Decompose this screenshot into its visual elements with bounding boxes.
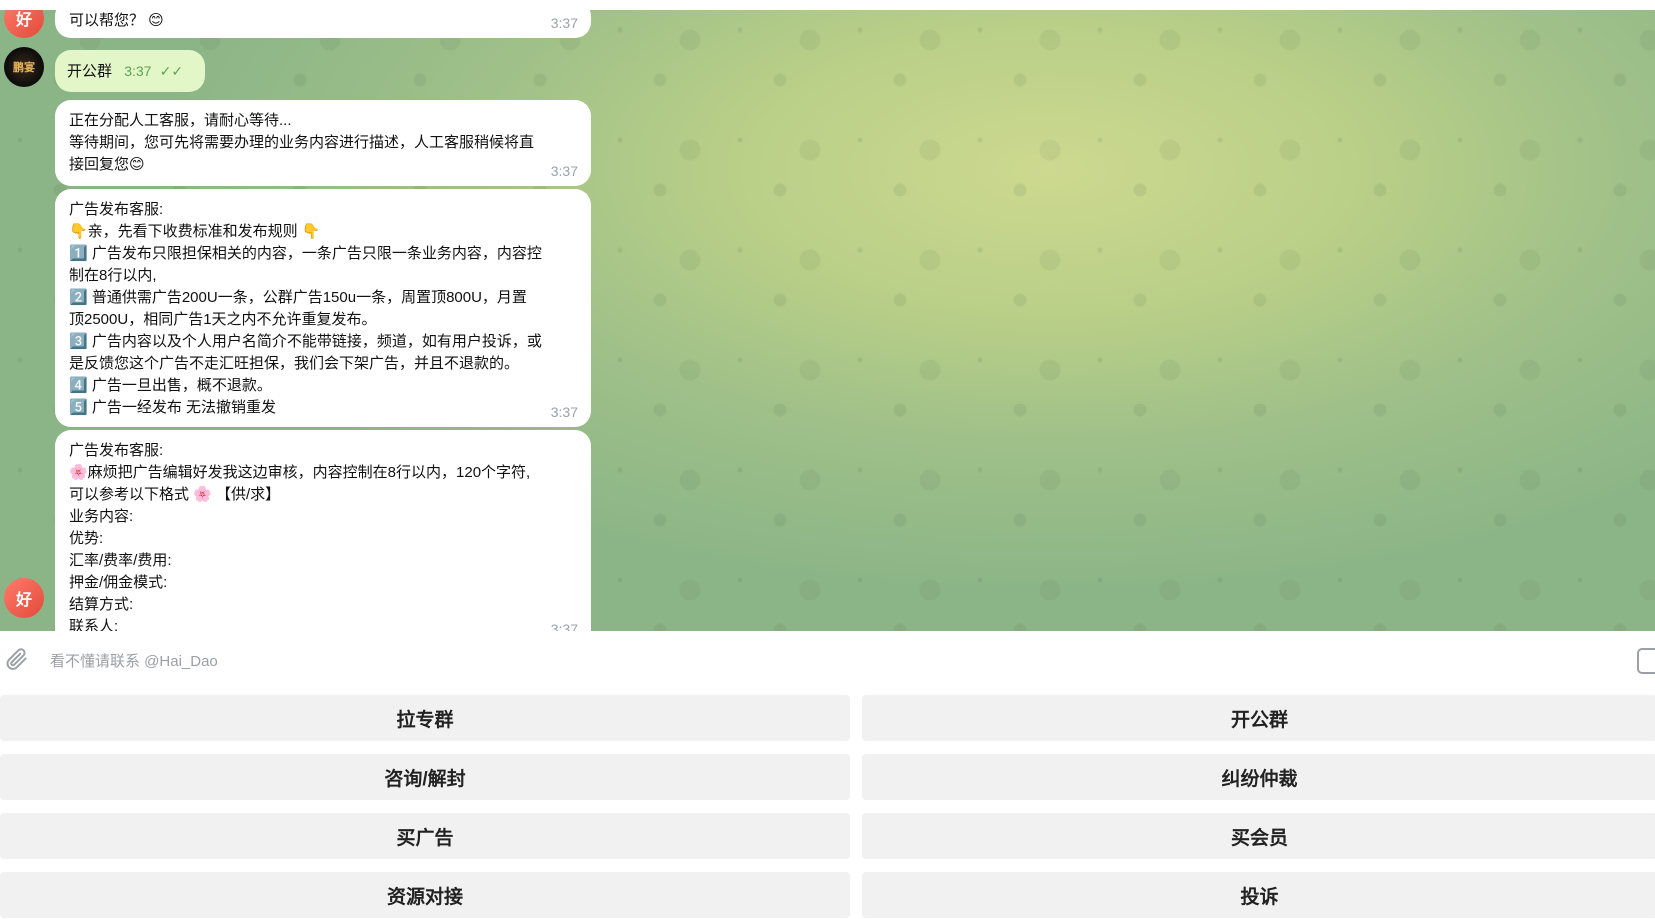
incoming-message[interactable]: 广告发布客服: 🌸麻烦把广告编辑好发我这边审核，内容控制在8行以内，120个字符… [55,430,591,631]
message-line: 顶2500U，相同广告1天之内不允许重复发布。 [69,311,377,328]
message-line: 等待期间，您可先将需要办理的业务内容进行描述，人工客服稍候将直 [69,134,535,151]
message-line: 👇亲，先看下收费标准和发布规则 👇 [69,223,321,240]
reply-keyboard: 拉专群 开公群 咨询/解封 纠纷仲裁 买广告 买会员 资源对接 投诉 [0,695,1655,919]
message-line: 2️⃣ 普通供需广告200U一条，公群广告150u一条，周置顶800U，月置 [69,289,527,306]
kb-button-resources[interactable]: 资源对接 [0,872,850,918]
message-line: 押金/佣金模式: [69,574,168,591]
message-line: 汇率/费率/费用: [69,552,172,569]
message-time: 3:37 [550,621,578,631]
message-line: 结算方式: [69,596,134,613]
kb-button-public-group[interactable]: 开公群 [862,695,1655,741]
message-line: 1️⃣ 广告发布只限担保相关的内容，一条广告只限一条业务内容，内容控 [69,245,542,262]
kb-button-dispute[interactable]: 纠纷仲裁 [862,754,1655,800]
message-line: 🌸麻烦把广告编辑好发我这边审核，内容控制在8行以内，120个字符, [69,464,531,481]
bot-avatar[interactable]: 好 [4,578,44,618]
message-line: 制在8行以内, [69,267,157,284]
read-check-icon: ✓✓ [159,63,184,79]
kb-button-complaint[interactable]: 投诉 [862,872,1655,918]
message-input-bar [0,631,1655,689]
incoming-message[interactable]: 可以帮您？ 😊 3:37 [55,10,591,38]
message-line: 是反馈您这个广告不走汇旺担保，我们会下架广告，并且不退款的。 [69,355,520,372]
message-line: 可以参考以下格式 🌸 【供/求】 [69,486,281,503]
user-avatar[interactable]: 鹏宴 [4,47,44,87]
message-line: 广告发布客服: [69,201,164,218]
message-line: 正在分配人工客服，请耐心等待... [69,112,292,129]
bot-keyboard-icon[interactable] [1637,648,1655,674]
message-line: 5️⃣ 广告一经发布 无法撤销重发 [69,399,277,416]
kb-button-private-group[interactable]: 拉专群 [0,695,850,741]
message-time: 3:37 [550,15,578,31]
message-time: 3:37 [124,63,152,79]
kb-button-consult-unblock[interactable]: 咨询/解封 [0,754,850,800]
message-line: 接回复您😊 [69,156,145,173]
message-input[interactable] [48,645,1612,677]
message-line: 优势: [69,530,104,547]
message-line: 3️⃣ 广告内容以及个人用户名简介不能带链接，频道，如有用户投诉，或 [69,333,542,350]
message-time: 3:37 [550,163,578,179]
message-line: 业务内容: [69,508,134,525]
kb-button-buy-ad[interactable]: 买广告 [0,813,850,859]
bot-avatar[interactable]: 好 [4,10,44,38]
outgoing-message[interactable]: 开公群 3:37 ✓✓ [55,50,205,92]
message-time: 3:37 [550,404,578,420]
chat-area: 好 可以帮您？ 😊 3:37 鹏宴 开公群 3:37 ✓✓ 正在分配人工客服，请… [0,10,1655,631]
message-line: 4️⃣ 广告一旦出售，概不退款。 [69,377,272,394]
kb-button-buy-membership[interactable]: 买会员 [862,813,1655,859]
message-line: 可以帮您？ 😊 [69,12,164,29]
message-line: 广告发布客服: [69,442,164,459]
incoming-message[interactable]: 正在分配人工客服，请耐心等待... 等待期间，您可先将需要办理的业务内容进行描述… [55,100,591,186]
message-text: 开公群 [67,63,113,80]
incoming-message[interactable]: 广告发布客服: 👇亲，先看下收费标准和发布规则 👇 1️⃣ 广告发布只限担保相关… [55,189,591,427]
message-line: 联系人: [69,618,119,631]
paperclip-icon[interactable] [4,646,30,672]
